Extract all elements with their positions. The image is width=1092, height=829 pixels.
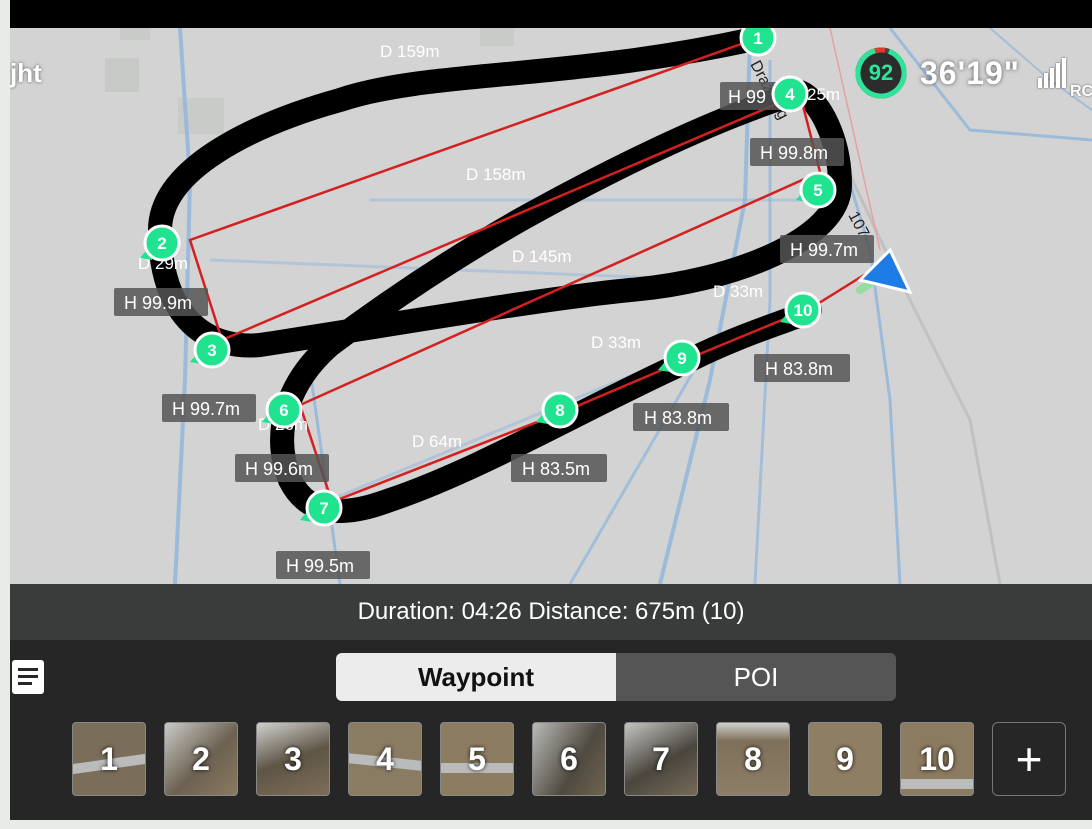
distance-label-5: D 33m	[591, 333, 641, 352]
waypoint-2[interactable]: 2	[143, 224, 181, 262]
waypoint-10[interactable]: 10	[784, 291, 822, 329]
hud-left-label: jht	[10, 58, 42, 88]
flight-time: 36'19"	[920, 54, 1020, 91]
svg-text:9: 9	[677, 349, 686, 368]
height-label-5b: H 99.7m	[790, 240, 858, 260]
tab-poi[interactable]: POI	[616, 653, 896, 701]
svg-text:5: 5	[813, 181, 822, 200]
waypoint-thumb-4[interactable]: 4	[348, 722, 422, 796]
svg-text:7: 7	[319, 499, 328, 518]
svg-text:2: 2	[157, 234, 166, 253]
height-label-7: H 99.6m	[245, 459, 313, 479]
waypoint-3[interactable]: 3	[193, 331, 231, 369]
list-icon[interactable]	[12, 660, 44, 694]
height-label-9: H 83.8m	[644, 408, 712, 428]
status-bar	[10, 0, 1092, 28]
height-label-5: H 99.8m	[760, 143, 828, 163]
distance-label-4: D 33m	[713, 282, 763, 301]
waypoint-thumb-9[interactable]: 9	[808, 722, 882, 796]
mode-tabs: Waypoint POI	[336, 653, 896, 701]
waypoint-thumb-3[interactable]: 3	[256, 722, 330, 796]
distance-label-3: D 145m	[512, 247, 572, 266]
waypoint-panel: Waypoint POI 1 2 3 4 5 6 7 8 9 10 +	[10, 640, 1092, 820]
waypoint-thumb-8[interactable]: 8	[716, 722, 790, 796]
height-label-4: H 99	[728, 87, 766, 107]
svg-text:3: 3	[207, 341, 216, 360]
hud-status: 92 36'19" RC	[854, 43, 1092, 103]
height-label-6: H 99.7m	[172, 399, 240, 419]
battery-icon: 92	[854, 46, 908, 100]
waypoint-1[interactable]: 1	[739, 28, 777, 57]
tab-waypoint[interactable]: Waypoint	[336, 653, 616, 701]
waypoint-5[interactable]: 5	[799, 171, 837, 209]
add-waypoint-button[interactable]: +	[992, 722, 1066, 796]
mission-summary-bar: Duration: 04:26 Distance: 675m (10)	[10, 584, 1092, 640]
waypoint-8[interactable]: 8	[541, 391, 579, 429]
svg-text:8: 8	[555, 401, 564, 420]
waypoint-thumb-7[interactable]: 7	[624, 722, 698, 796]
distance-label-2: D 158m	[466, 165, 526, 184]
distance-label-6: D 64m	[412, 432, 462, 451]
svg-text:10: 10	[794, 301, 813, 320]
svg-text:6: 6	[279, 401, 288, 420]
svg-text:4: 4	[785, 85, 795, 104]
waypoint-thumb-1[interactable]: 1	[72, 722, 146, 796]
screen: Draž...sg 107 H 99 H 99.8m H 99.7m H 99.…	[10, 0, 1092, 820]
waypoint-6[interactable]: 6	[265, 391, 303, 429]
distance-label-1: D 159m	[380, 42, 440, 61]
battery-level: 92	[868, 60, 894, 85]
height-label-8: H 83.5m	[522, 459, 590, 479]
waypoint-7[interactable]: 7	[305, 489, 343, 527]
waypoint-4[interactable]: 4	[771, 75, 809, 113]
rc-label: RC	[1069, 83, 1092, 100]
waypoint-thumb-6[interactable]: 6	[532, 722, 606, 796]
height-label-3: H 99.9m	[124, 293, 192, 313]
mission-summary: Duration: 04:26 Distance: 675m (10)	[357, 598, 745, 625]
waypoint-thumb-5[interactable]: 5	[440, 722, 514, 796]
waypoint-thumb-10[interactable]: 10	[900, 722, 974, 796]
waypoint-thumb-2[interactable]: 2	[164, 722, 238, 796]
waypoint-9[interactable]: 9	[663, 339, 701, 377]
svg-text:1: 1	[753, 29, 762, 48]
map-view[interactable]: Draž...sg 107 H 99 H 99.8m H 99.7m H 99.…	[10, 28, 1092, 584]
waypoint-thumbnails: 1 2 3 4 5 6 7 8 9 10	[72, 722, 992, 796]
height-label-10: H 83.8m	[765, 359, 833, 379]
height-label-7b: H 99.5m	[286, 556, 354, 576]
signal-icon	[1037, 58, 1068, 88]
